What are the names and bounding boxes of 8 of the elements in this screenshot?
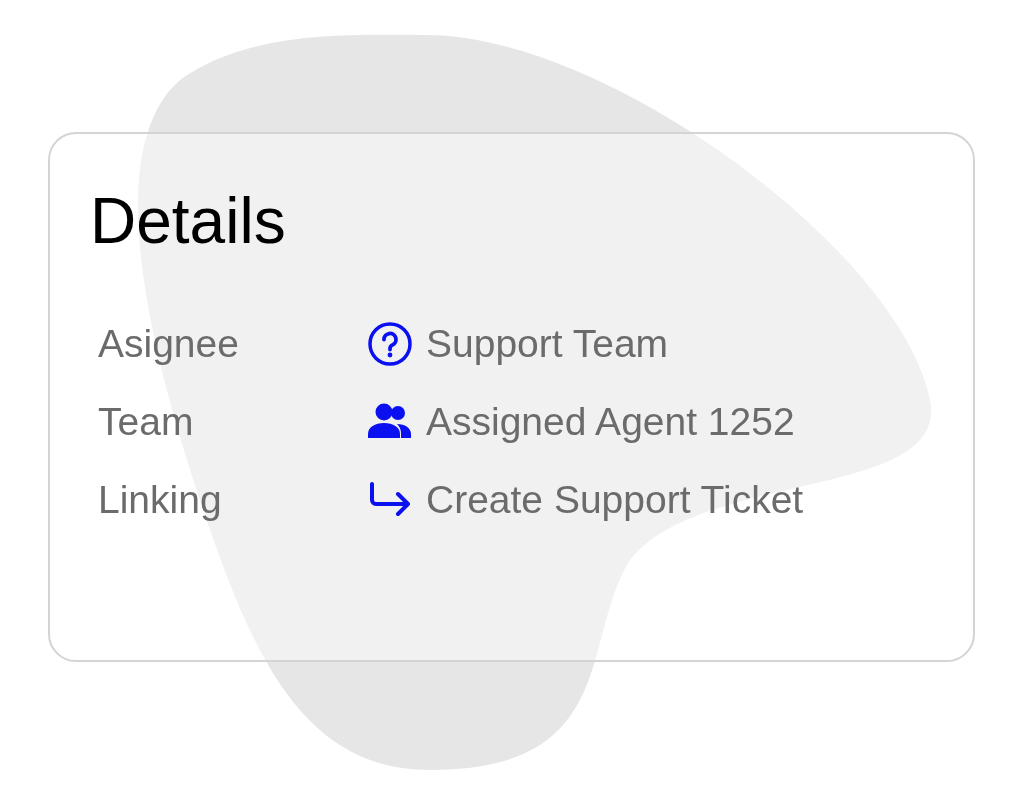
field-label: Asignee: [98, 321, 240, 368]
field-label: Linking: [98, 477, 223, 524]
field-value: Support Team: [426, 321, 670, 368]
field-label: Team: [98, 399, 195, 446]
card-title: Details: [90, 186, 287, 257]
field-value: Create Support Ticket: [426, 477, 805, 524]
help-icon: [366, 320, 414, 369]
field-value: Assigned Agent 1252: [426, 399, 796, 446]
